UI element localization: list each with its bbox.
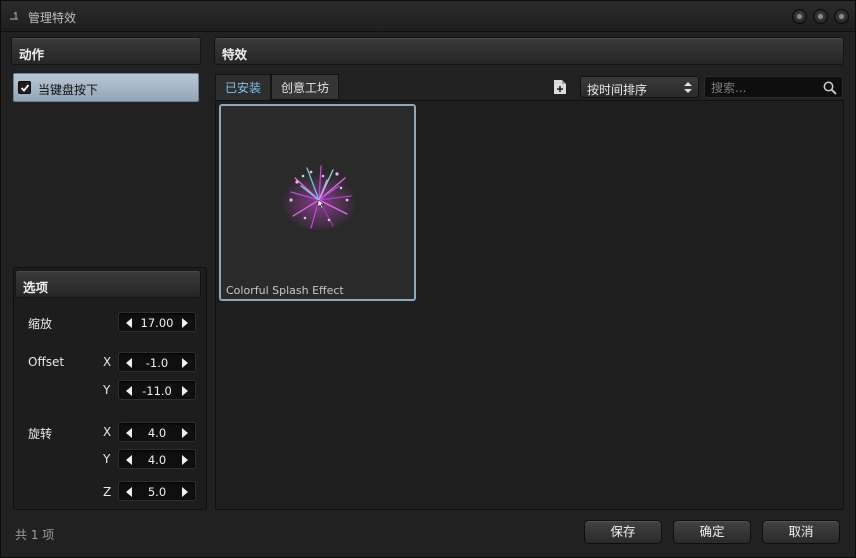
- rotation-z-stepper[interactable]: 5.0: [118, 481, 196, 501]
- minimize-button[interactable]: [792, 9, 807, 24]
- options-panel-title: 选项: [23, 280, 49, 295]
- rotation-y-stepper[interactable]: 4.0: [118, 449, 196, 469]
- rotation-z-label: Z: [103, 485, 112, 499]
- sort-select[interactable]: 按时间排序: [580, 76, 699, 98]
- actions-panel-header: 动作: [11, 37, 201, 65]
- increment-arrow-icon[interactable]: [182, 358, 188, 368]
- maximize-button[interactable]: [813, 9, 828, 24]
- scale-label: 缩放: [28, 317, 53, 331]
- updown-arrow-icon: [684, 82, 692, 93]
- splash-effect-thumbnail: [281, 165, 357, 230]
- cancel-button[interactable]: 取消: [762, 520, 840, 544]
- scale-stepper[interactable]: 17.00: [118, 312, 196, 332]
- increment-arrow-icon[interactable]: [182, 455, 188, 465]
- window-title: 管理特效: [28, 11, 77, 25]
- close-button[interactable]: [834, 9, 849, 24]
- offset-label: Offset: [28, 355, 65, 369]
- ok-button[interactable]: 确定: [673, 520, 751, 544]
- effect-name: Colorful Splash Effect: [226, 284, 344, 297]
- offset-y-label: Y: [103, 383, 111, 397]
- rotation-x-label: X: [103, 425, 112, 439]
- title-bar[interactable]: 管理特效: [1, 1, 855, 32]
- actions-panel-title: 动作: [19, 47, 45, 62]
- offset-x-stepper[interactable]: -1.0: [118, 352, 196, 372]
- rotation-y-label: Y: [103, 452, 111, 466]
- action-checkbox[interactable]: [18, 81, 31, 94]
- search-icon[interactable]: [823, 81, 837, 95]
- effects-panel-title: 特效: [222, 47, 248, 62]
- tab-installed[interactable]: 已安装: [215, 74, 271, 100]
- rotation-label: 旋转: [28, 427, 53, 441]
- offset-y-stepper[interactable]: -11.0: [118, 380, 196, 400]
- item-count: 共 1 项: [15, 528, 55, 542]
- effects-panel-header: 特效: [214, 37, 844, 65]
- search-input[interactable]: [711, 80, 821, 95]
- action-item-label: 当键盘按下: [38, 83, 99, 97]
- options-panel-header: 选项: [15, 270, 201, 298]
- app-icon: [10, 11, 18, 20]
- search-box[interactable]: [704, 76, 843, 98]
- save-button[interactable]: 保存: [584, 520, 662, 544]
- manage-effects-window: 管理特效 动作 当键盘按下 选项 缩放 17.00 Offset X -1.0 …: [0, 0, 856, 558]
- increment-arrow-icon[interactable]: [182, 487, 188, 497]
- increment-arrow-icon[interactable]: [182, 386, 188, 396]
- add-file-icon[interactable]: [553, 79, 567, 95]
- increment-arrow-icon[interactable]: [182, 318, 188, 328]
- effect-card[interactable]: Colorful Splash Effect: [219, 104, 416, 301]
- increment-arrow-icon[interactable]: [182, 428, 188, 438]
- rotation-x-stepper[interactable]: 4.0: [118, 422, 196, 442]
- sort-selected-value: 按时间排序: [587, 83, 648, 97]
- offset-x-label: X: [103, 355, 112, 369]
- checkmark-icon: [20, 84, 30, 92]
- tab-workshop[interactable]: 创意工坊: [271, 74, 339, 100]
- action-item-key-press[interactable]: 当键盘按下: [13, 73, 199, 102]
